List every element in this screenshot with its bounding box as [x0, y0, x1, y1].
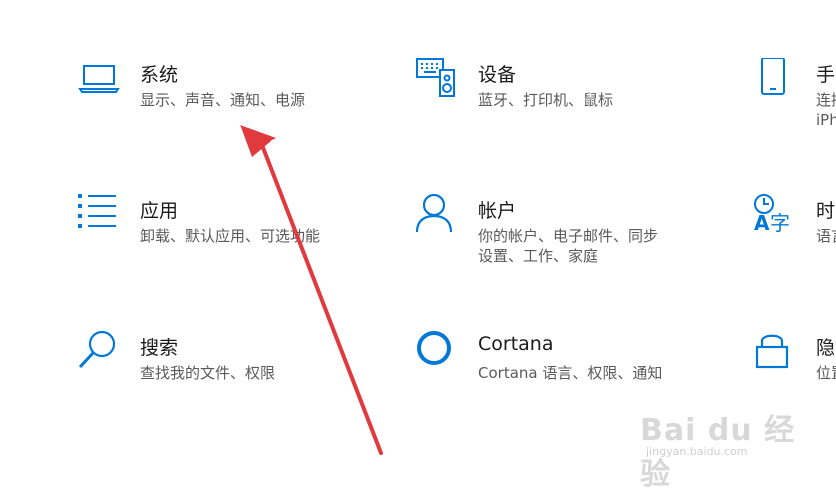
watermark-sub: jingyan.baidu.com — [646, 445, 748, 458]
tile-desc: 你的帐户、电子邮件、同步 设置、工作、家庭 — [478, 227, 659, 265]
watermark-logo: Bai du 经验 jingyan.baidu.com — [640, 405, 810, 492]
svg-text:字: 字 — [770, 211, 790, 235]
tile-title: 隐 — [816, 337, 836, 359]
tile-title: 系统 — [140, 64, 179, 86]
tile-desc: 显示、声音、通知、电源 — [140, 91, 306, 109]
tile-title: 应用 — [140, 200, 179, 222]
tile-title: Cortana — [478, 333, 554, 355]
tile-system[interactable]: 系统 显示、声音、通知、电源 — [78, 58, 408, 138]
tile-accounts[interactable]: 帐户 你的帐户、电子邮件、同步 设置、工作、家庭 — [416, 194, 746, 274]
tile-desc: 蓝牙、打印机、鼠标 — [478, 91, 614, 109]
cortana-icon — [416, 331, 458, 373]
keyboard-speaker-icon — [416, 58, 458, 100]
tile-desc: 语言 — [816, 227, 836, 245]
tile-title: 手 — [816, 64, 836, 86]
tile-title: 设备 — [478, 64, 517, 86]
svg-text:A: A — [754, 211, 770, 235]
tile-desc: 查找我的文件、权限 — [140, 364, 276, 382]
person-icon — [416, 194, 458, 236]
tile-desc: Cortana 语言、权限、通知 — [478, 364, 663, 382]
tile-title: 时 — [816, 200, 836, 222]
tile-desc: 连接 iPh — [816, 91, 836, 129]
apps-list-icon — [78, 194, 120, 236]
tile-time-language[interactable]: A 字 时 语言 — [754, 194, 836, 274]
phone-icon — [754, 58, 796, 100]
tile-phone[interactable]: 手 连接 iPh — [754, 58, 836, 138]
search-icon — [78, 331, 120, 373]
tile-privacy[interactable]: 隐 位置 — [754, 331, 836, 411]
tile-devices[interactable]: 设备 蓝牙、打印机、鼠标 — [416, 58, 746, 138]
tile-title: 搜索 — [140, 337, 179, 359]
time-language-icon: A 字 — [754, 194, 796, 236]
tile-desc: 卸载、默认应用、可选功能 — [140, 227, 321, 245]
tile-title: 帐户 — [478, 200, 517, 222]
tile-apps[interactable]: 应用 卸载、默认应用、可选功能 — [78, 194, 408, 274]
tile-cortana[interactable]: Cortana Cortana 语言、权限、通知 — [416, 331, 746, 411]
laptop-icon — [78, 58, 120, 100]
tile-desc: 位置 — [816, 364, 836, 382]
lock-icon — [754, 331, 796, 373]
tile-search[interactable]: 搜索 查找我的文件、权限 — [78, 331, 408, 411]
